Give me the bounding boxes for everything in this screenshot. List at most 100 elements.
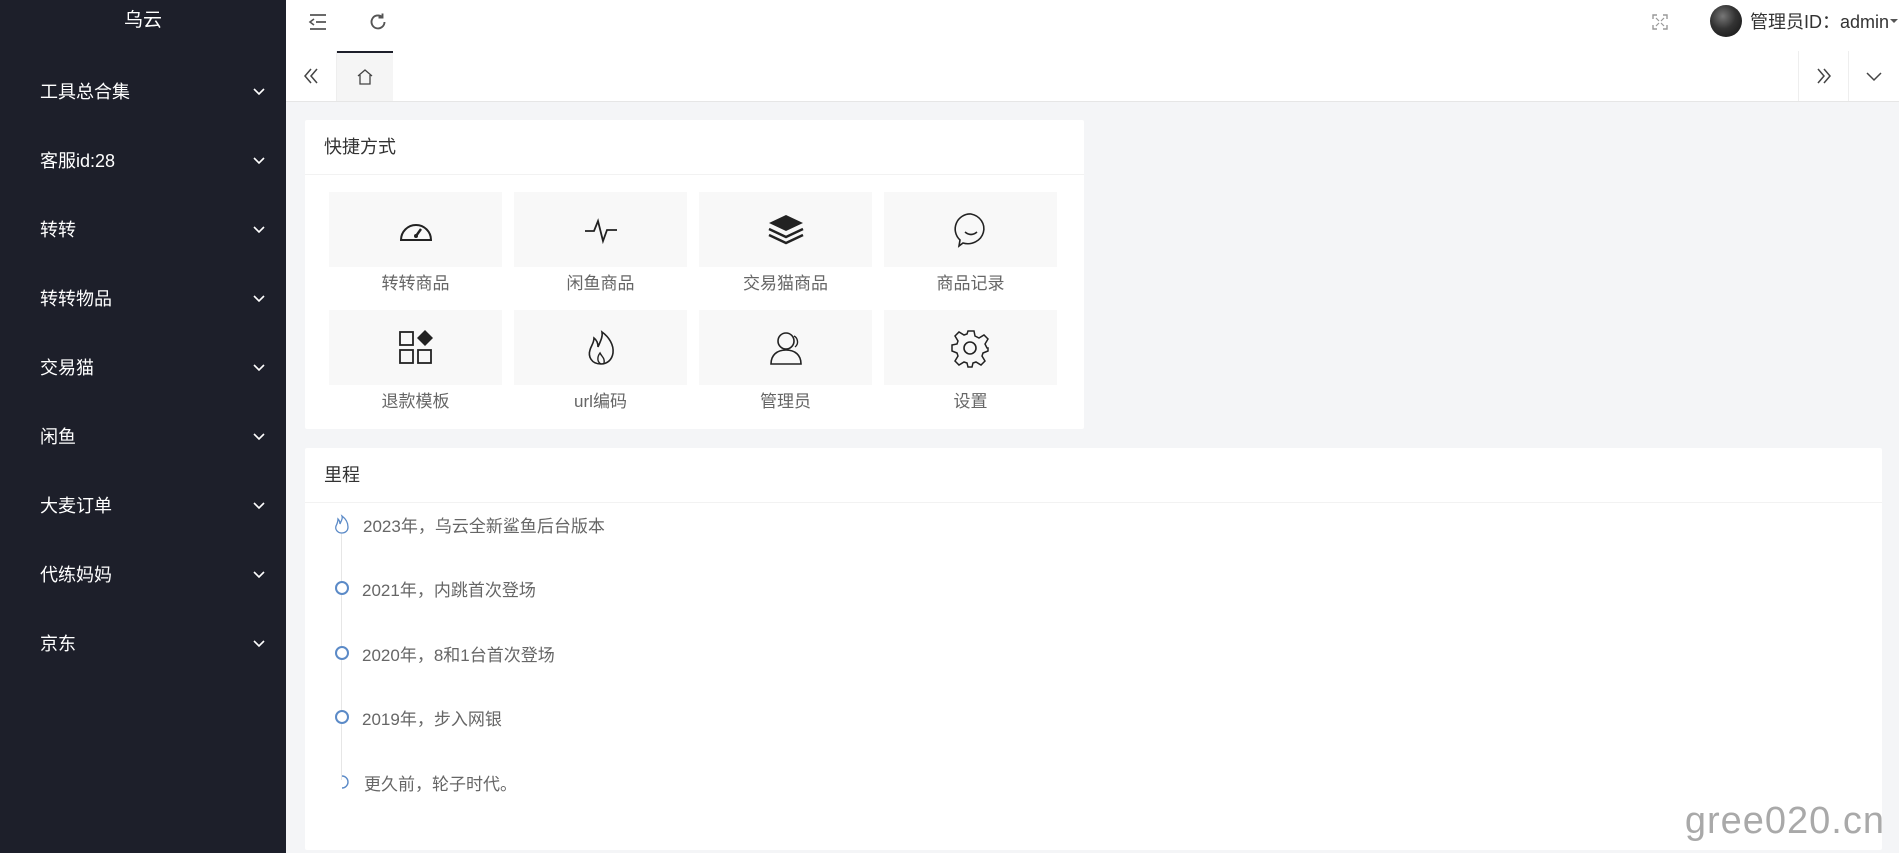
timeline-item: 2021年，内跳首次登场 [323,574,536,602]
shortcut-icon-box [699,192,872,267]
shortcut-zhuanzhuan-goods[interactable]: 转转商品 [329,192,502,294]
shortcut-icon-box [329,192,502,267]
pulse-icon [584,217,617,244]
apps-icon [398,329,433,364]
fire-icon [588,329,614,365]
sidebar-item-jiaoyimao[interactable]: 交易猫 [0,332,286,401]
timeline-dot [335,581,349,595]
sidebar-item-service-id[interactable]: 客服id:28 [0,125,286,194]
refresh-button[interactable] [362,6,394,38]
watermark: gree020.cn [1684,800,1885,842]
menu-fold-icon [308,14,326,30]
chevron-down-icon [253,432,265,440]
chevron-down-icon [253,501,265,509]
tabs-bar [286,51,1899,102]
shortcut-icon-box [329,310,502,385]
shortcut-refund-template[interactable]: 退款模板 [329,310,502,412]
app-logo[interactable]: 乌云 [0,0,286,42]
sidebar-item-label: 大麦订单 [40,495,112,516]
shortcut-label: 商品记录 [936,274,1005,293]
user-menu[interactable]: 管理员ID：admin [1709,3,1899,39]
shortcut-label: 退款模板 [381,392,450,411]
shortcut-label: 闲鱼商品 [566,274,635,293]
fullscreen-button[interactable] [1644,6,1676,38]
tabs-dropdown-button[interactable] [1848,51,1899,101]
caret-down-icon [1890,19,1898,23]
sidebar-item-label: 工具总合集 [40,81,130,102]
sidebar-item-damai-orders[interactable]: 大麦订单 [0,470,286,539]
chevron-down-icon [253,639,265,647]
double-chevron-left-icon [304,68,318,84]
sidebar-item-zhuanzhuan-goods[interactable]: 转转物品 [0,263,286,332]
sidebar-item-zhuanzhuan[interactable]: 转转 [0,194,286,263]
top-header: 管理员ID：admin [286,0,1899,52]
timeline-dot [335,646,349,660]
sidebar-item-xianyu[interactable]: 闲鱼 [0,401,286,470]
dashboard-icon [399,223,432,241]
chevron-down-icon [253,363,265,371]
sidebar-item-label: 代练妈妈 [40,564,112,585]
sidebar-item-label: 交易猫 [40,357,94,378]
sidebar-item-label: 转转 [40,219,76,240]
avatar [1709,5,1742,37]
timeline-dot [335,710,349,724]
sidebar-item-label: 闲鱼 [40,426,76,447]
tab-home[interactable] [337,51,393,101]
layers-icon [767,214,804,244]
timeline-text: 2021年，内跳首次登场 [362,580,536,600]
timeline-item: 更久前，轮子时代。 [323,768,517,796]
sidebar-item-label: 转转物品 [40,288,112,309]
shortcut-admin[interactable]: 管理员 [699,310,872,412]
shortcut-settings[interactable]: 设置 [884,310,1057,412]
tabs-scroll-right-button[interactable] [1798,51,1849,101]
timeline-item: 2019年，步入网银 [323,703,502,731]
sidebar-item-tools[interactable]: 工具总合集 [0,56,286,125]
sidebar: 乌云 工具总合集 客服id:28 转转 转转物品 交易猫 闲鱼 大麦订单 代练妈… [0,0,286,853]
collapse-sidebar-button[interactable] [302,6,334,38]
home-icon [357,69,373,85]
sidebar-item-label: 客服id:28 [40,150,116,171]
chevron-down-icon [1866,72,1882,82]
fire-icon [335,514,349,534]
fullscreen-icon [1652,14,1668,30]
chevron-down-icon [253,225,265,233]
timeline-text: 2020年，8和1台首次登场 [362,645,555,665]
double-chevron-right-icon [1817,68,1831,84]
timeline-text: 2019年，步入网银 [362,709,502,729]
timeline-text: 更久前，轮子时代。 [364,774,517,794]
chevron-down-icon [253,156,265,164]
loading-arc-icon [341,775,349,789]
sidebar-menu: 工具总合集 客服id:28 转转 转转物品 交易猫 闲鱼 大麦订单 代练妈妈 京… [0,56,286,677]
chat-bubble-icon [953,212,985,248]
shortcut-jiaoyimao-goods[interactable]: 交易猫商品 [699,192,872,294]
refresh-icon [370,13,386,30]
timeline-item: 2023年，乌云全新鲨鱼后台版本 [323,510,605,538]
milestones-title: 里程 [305,448,1882,503]
timeline-text: 2023年，乌云全新鲨鱼后台版本 [363,516,605,536]
shortcut-url-encode[interactable]: url编码 [514,310,687,412]
shortcut-label: 管理员 [760,392,811,411]
shortcut-icon-box [699,310,872,385]
chevron-down-icon [253,87,265,95]
timeline-item: 2020年，8和1台首次登场 [323,639,555,667]
shortcut-goods-records[interactable]: 商品记录 [884,192,1057,294]
sidebar-item-dailian[interactable]: 代练妈妈 [0,539,286,608]
shortcut-label: url编码 [574,392,627,411]
chevron-down-icon [253,294,265,302]
chevron-down-icon [253,570,265,578]
shortcuts-title: 快捷方式 [305,120,1084,175]
milestones-card: 里程 2023年，乌云全新鲨鱼后台版本 2021年，内跳首次登场 2020年，8… [305,448,1882,850]
shortcut-label: 设置 [953,392,988,411]
gear-icon [950,329,989,368]
sidebar-item-label: 京东 [40,633,76,654]
shortcut-icon-box [514,310,687,385]
sidebar-item-jd[interactable]: 京东 [0,608,286,677]
tabs-scroll-left-button[interactable] [286,51,337,101]
user-icon [769,331,802,365]
shortcut-xianyu-goods[interactable]: 闲鱼商品 [514,192,687,294]
shortcut-icon-box [884,310,1057,385]
user-label: 管理员ID：admin [1749,12,1889,32]
shortcut-icon-box [884,192,1057,267]
shortcuts-card: 快捷方式 转转商品 闲鱼商品 交易猫商品 商品记录 退款模板 url编码 管理员… [305,120,1084,429]
shortcut-icon-box [514,192,687,267]
